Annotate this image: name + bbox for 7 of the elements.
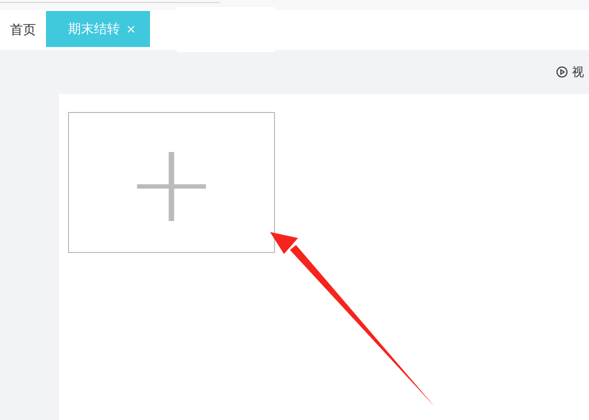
plus-icon: + <box>125 128 218 238</box>
tab[interactable]: 首页 <box>0 10 46 50</box>
upload-box[interactable]: + <box>68 112 275 253</box>
close-icon[interactable]: × <box>126 22 136 36</box>
play-icon <box>556 66 568 78</box>
video-link[interactable]: 视 <box>556 64 589 80</box>
tab[interactable]: 期末结转 × <box>46 11 150 47</box>
